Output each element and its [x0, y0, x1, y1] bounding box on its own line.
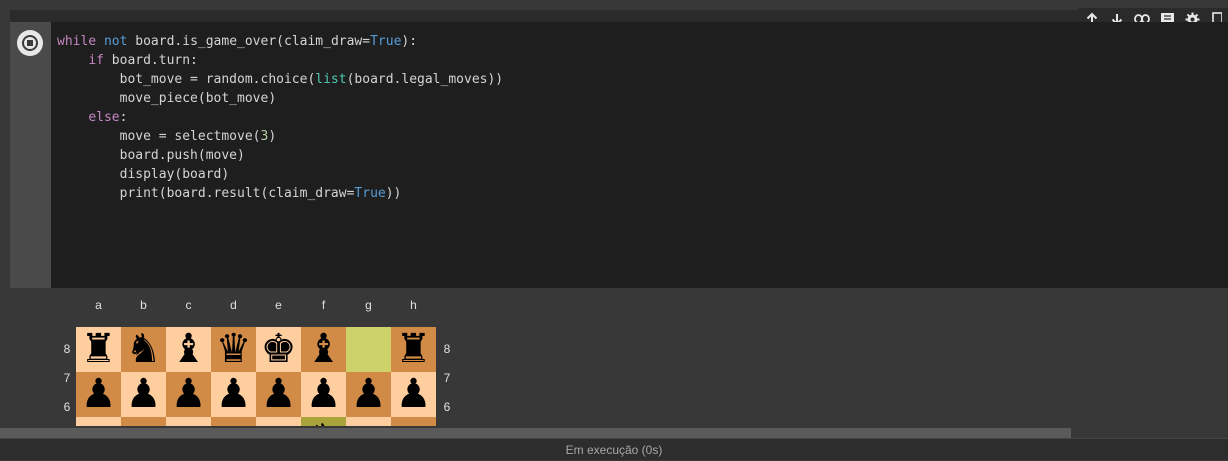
square-g8: [346, 327, 391, 372]
file-label: f: [321, 298, 326, 312]
square-g7: ♟: [346, 372, 391, 417]
file-labels: a b c d e f g h: [76, 298, 436, 314]
code-line: while not board.is_game_over(claim_draw=…: [57, 34, 418, 49]
file-label: e: [275, 298, 282, 312]
file-label: a: [95, 298, 102, 312]
square-d7: ♟: [211, 372, 256, 417]
stop-icon: [22, 35, 38, 51]
chess-board: ♜♞♝♛♚♝♜♟♟♟♟♟♟♟♟♞: [76, 327, 436, 428]
code-line: else:: [88, 110, 128, 125]
cell-output: abcdefgh 876 ♜♞♝♛♚♝♜♟♟♟♟♟♟♟♟♞ 876: [0, 288, 1228, 428]
file-label: h: [410, 298, 417, 312]
code-line: bot_move = random.choice(list(board.lega…: [57, 72, 504, 87]
rank-label: 6: [443, 400, 451, 414]
code-editor[interactable]: while not board.is_game_over(claim_draw=…: [51, 22, 1228, 288]
top-strip: [0, 0, 1228, 10]
code-line: move = selectmove(3): [57, 129, 277, 144]
square-c7: ♟: [166, 372, 211, 417]
square-d8: ♛: [211, 327, 256, 372]
scrollbar-thumb[interactable]: [0, 428, 1071, 438]
code-block: while not board.is_game_over(claim_draw=…: [57, 32, 503, 203]
file-label: b: [140, 298, 147, 312]
code-line: board.push(move): [57, 148, 245, 163]
status-text: Em execução (0s): [565, 443, 663, 457]
code-line: print(board.result(claim_draw=True)): [57, 186, 402, 201]
code-line: if board.turn:: [88, 53, 198, 68]
square-a7: ♟: [76, 372, 121, 417]
chess-board-display: abcdefgh 876 ♜♞♝♛♚♝♜♟♟♟♟♟♟♟♟♞ 876: [58, 298, 458, 428]
file-label: d: [230, 298, 237, 312]
square-f8: ♝: [301, 327, 346, 372]
square-e8: ♚: [256, 327, 301, 372]
file-label: c: [185, 298, 192, 312]
code-line: move_piece(bot_move): [57, 91, 277, 106]
cell-top-bar: [10, 10, 1228, 22]
square-b7: ♟: [121, 372, 166, 417]
status-bar: Em execução (0s): [0, 438, 1228, 460]
file-label: g: [365, 298, 372, 312]
square-c8: ♝: [166, 327, 211, 372]
square-a8: ♜: [76, 327, 121, 372]
rank-label: 6: [63, 400, 71, 414]
square-h8: ♜: [391, 327, 436, 372]
square-b8: ♞: [121, 327, 166, 372]
stop-execution-button[interactable]: [17, 30, 43, 56]
cell-gutter: [10, 22, 51, 288]
rank-labels-left: 876: [58, 327, 76, 428]
square-e7: ♟: [256, 372, 301, 417]
code-line: display(board): [57, 167, 230, 182]
square-f7: ♟: [301, 372, 346, 417]
rank-labels-right: 876: [438, 327, 456, 428]
square-h7: ♟: [391, 372, 436, 417]
